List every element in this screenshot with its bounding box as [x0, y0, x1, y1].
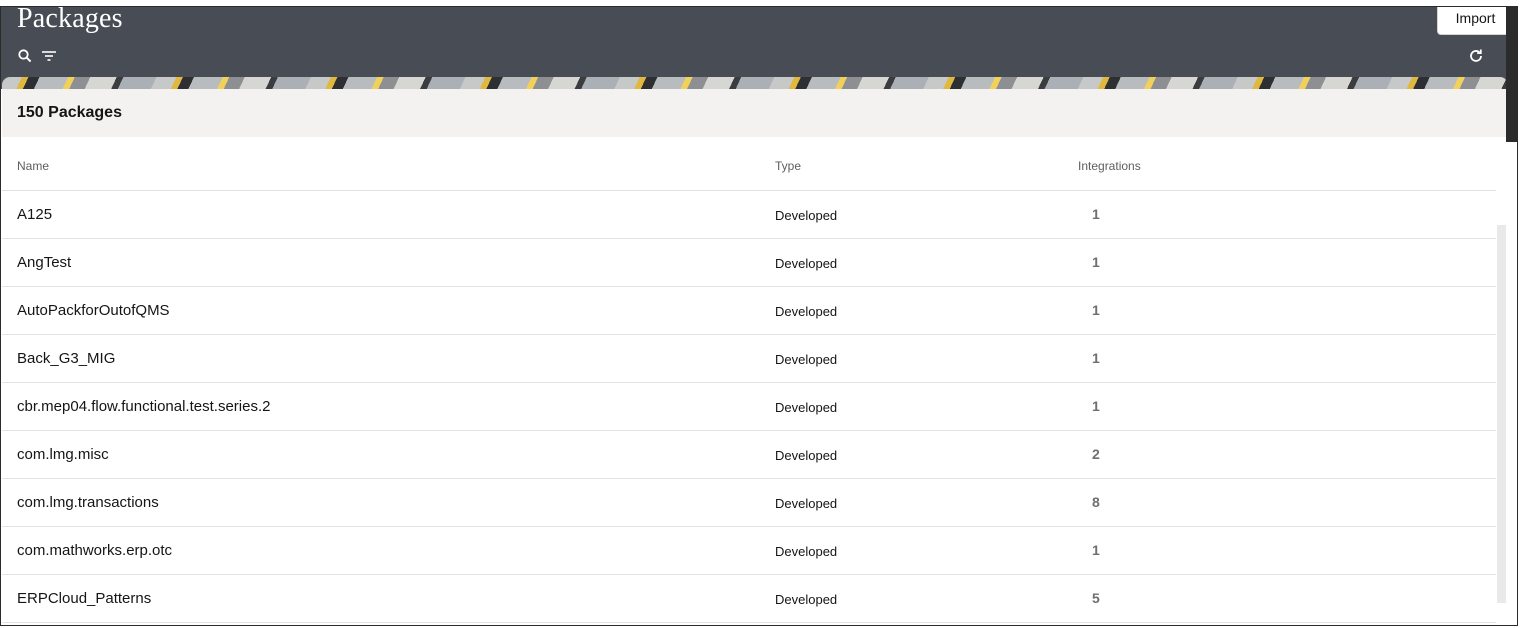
- package-type: Developed: [775, 448, 838, 463]
- table-row[interactable]: A125 Developed 1: [2, 191, 1496, 239]
- column-header-type[interactable]: Type: [775, 159, 801, 173]
- column-header-name[interactable]: Name: [17, 159, 49, 173]
- package-type: Developed: [775, 400, 838, 415]
- table-row[interactable]: AngTest Developed 1: [2, 239, 1496, 287]
- table-row[interactable]: com.lmg.misc Developed 2: [2, 431, 1496, 479]
- table-header: Name Type Integrations: [2, 137, 1496, 191]
- page-title: Packages: [17, 6, 123, 34]
- integrations-count: 8: [1092, 494, 1100, 510]
- package-type: Developed: [775, 544, 838, 559]
- integrations-count: 1: [1092, 350, 1100, 366]
- integrations-count: 1: [1092, 254, 1100, 270]
- integrations-count: 1: [1092, 206, 1100, 222]
- package-name[interactable]: AngTest: [17, 254, 71, 271]
- integrations-count: 2: [1092, 446, 1100, 462]
- import-button[interactable]: Import: [1437, 7, 1514, 35]
- integrations-count: 1: [1092, 398, 1100, 414]
- table-row[interactable]: ERPCloud_Patterns Developed 5: [2, 575, 1496, 623]
- package-type: Developed: [775, 304, 838, 319]
- package-type: Developed: [775, 352, 838, 367]
- refresh-icon[interactable]: [1467, 47, 1485, 65]
- column-header-integrations[interactable]: Integrations: [1078, 159, 1141, 173]
- package-type: Developed: [775, 496, 838, 511]
- package-name[interactable]: Back_G3_MIG: [17, 350, 115, 367]
- search-icon[interactable]: [16, 47, 34, 65]
- package-name[interactable]: com.lmg.transactions: [17, 494, 159, 511]
- integrations-count: 1: [1092, 542, 1100, 558]
- packages-table: Name Type Integrations A125 Developed 1 …: [2, 137, 1496, 623]
- package-type: Developed: [775, 208, 838, 223]
- package-type: Developed: [775, 256, 838, 271]
- package-name[interactable]: com.lmg.misc: [17, 446, 109, 463]
- table-row[interactable]: AutoPackforOutofQMS Developed 1: [2, 287, 1496, 335]
- package-name[interactable]: AutoPackforOutofQMS: [17, 302, 170, 319]
- package-name[interactable]: ERPCloud_Patterns: [17, 590, 151, 607]
- packages-count: 150 Packages: [17, 104, 122, 121]
- app-window: Packages Import 150 Packages Name Type I…: [0, 6, 1518, 626]
- count-bar: 150 Packages: [2, 89, 1508, 137]
- right-edge-dark: [1506, 7, 1517, 142]
- integrations-count: 5: [1092, 590, 1100, 606]
- filter-icon[interactable]: [40, 47, 58, 65]
- packages-panel: 150 Packages Name Type Integrations A125…: [2, 89, 1509, 625]
- table-row[interactable]: com.lmg.transactions Developed 8: [2, 479, 1496, 527]
- integrations-count: 1: [1092, 302, 1100, 318]
- package-name[interactable]: com.mathworks.erp.otc: [17, 542, 172, 559]
- table-row[interactable]: com.mathworks.erp.otc Developed 1: [2, 527, 1496, 575]
- package-name[interactable]: A125: [17, 206, 52, 223]
- package-type: Developed: [775, 592, 838, 607]
- table-row[interactable]: cbr.mep04.flow.functional.test.series.2 …: [2, 383, 1496, 431]
- package-name[interactable]: cbr.mep04.flow.functional.test.series.2: [17, 398, 270, 415]
- table-row[interactable]: Back_G3_MIG Developed 1: [2, 335, 1496, 383]
